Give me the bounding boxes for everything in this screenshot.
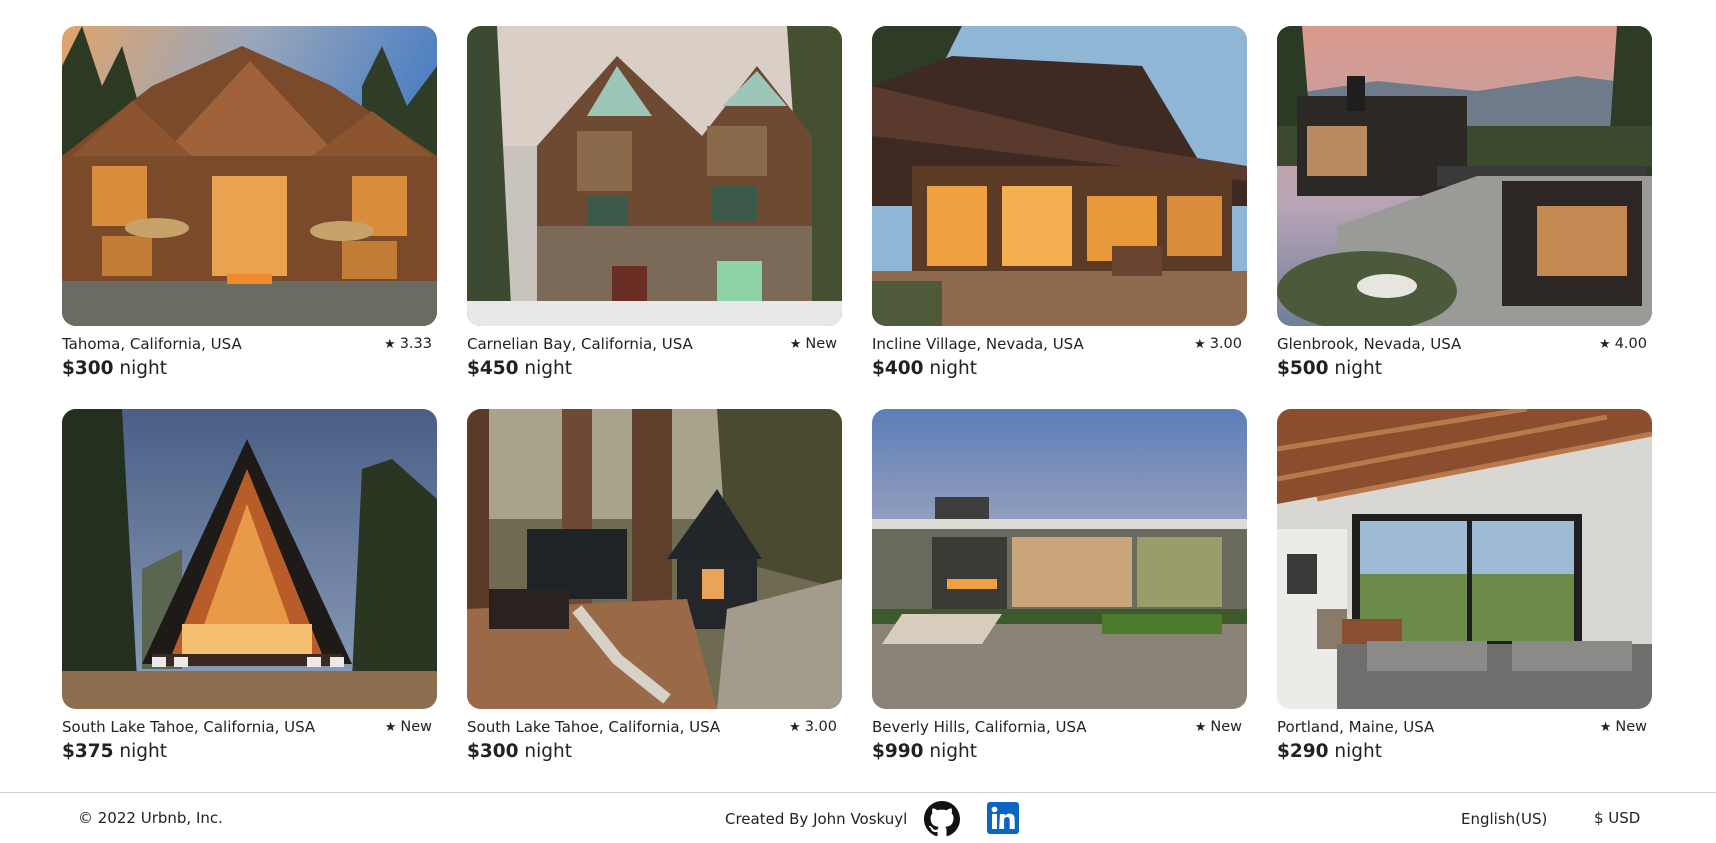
- listing-meta: Beverly Hills, California, USA ★ New: [872, 717, 1247, 737]
- listing-location: Incline Village, Nevada, USA: [872, 335, 1084, 353]
- rating-value: 3.33: [399, 336, 432, 352]
- rating-value: New: [1615, 719, 1647, 735]
- listing-price: $450: [467, 358, 519, 379]
- rating-value: New: [400, 719, 432, 735]
- star-icon: ★: [1194, 336, 1206, 352]
- listing-price: $375: [62, 741, 114, 762]
- listing-price-unit: night: [524, 358, 572, 379]
- listing-rating: ★ 3.33: [384, 334, 437, 354]
- credit-text: Created By John Voskuyl: [725, 810, 908, 828]
- listing-location: Portland, Maine, USA: [1277, 718, 1435, 736]
- listing-price-row: $300 night: [467, 740, 842, 764]
- listing-meta: Tahoma, California, USA ★ 3.33: [62, 334, 437, 354]
- listing-card[interactable]: Beverly Hills, California, USA ★ New $990…: [872, 409, 1247, 792]
- listing-price-unit: night: [929, 741, 977, 762]
- listing-card[interactable]: Carnelian Bay, California, USA ★ New $450…: [467, 26, 842, 409]
- rating-value: 4.00: [1614, 336, 1647, 352]
- footer: © 2022 Urbnb, Inc. Created By John Vosku…: [0, 792, 1716, 843]
- listing-price-unit: night: [524, 741, 572, 762]
- listing-location: Beverly Hills, California, USA: [872, 718, 1087, 736]
- star-icon: ★: [789, 336, 802, 352]
- listing-rating: ★ 3.00: [789, 717, 842, 737]
- copyright-text: © 2022 Urbnb, Inc.: [78, 809, 223, 827]
- listing-price-unit: night: [1334, 741, 1382, 762]
- listing-location: South Lake Tahoe, California, USA: [62, 718, 316, 736]
- living-room-interior-photo[interactable]: [1277, 409, 1652, 709]
- listing-meta: Carnelian Bay, California, USA ★ New: [467, 334, 842, 354]
- listing-price-row: $400 night: [872, 357, 1247, 381]
- listing-rating: ★ New: [1195, 717, 1247, 737]
- modern-mountain-house-photo[interactable]: [1277, 26, 1652, 326]
- listing-rating: ★ New: [385, 717, 437, 737]
- listing-rating: ★ 4.00: [1599, 334, 1652, 354]
- listing-price-row: $450 night: [467, 357, 842, 381]
- rating-value: New: [1210, 719, 1242, 735]
- rating-value: 3.00: [1209, 336, 1242, 352]
- listing-card[interactable]: South Lake Tahoe, California, USA ★ New $…: [62, 409, 437, 792]
- listing-card[interactable]: Tahoma, California, USA ★ 3.33 $300 night: [62, 26, 437, 409]
- listing-price: $400: [872, 358, 924, 379]
- listing-meta: Incline Village, Nevada, USA ★ 3.00: [872, 334, 1247, 354]
- listing-price-unit: night: [119, 741, 167, 762]
- listing-location: Glenbrook, Nevada, USA: [1277, 335, 1462, 353]
- modern-courtyard-house-photo[interactable]: [872, 409, 1247, 709]
- listings-grid: Tahoma, California, USA ★ 3.33 $300 night: [62, 26, 1652, 792]
- listing-rating: ★ New: [790, 334, 842, 354]
- star-icon: ★: [384, 336, 396, 352]
- star-icon: ★: [1599, 336, 1611, 352]
- forest-cabin-hammock-photo[interactable]: [467, 409, 842, 709]
- lit-deck-house-photo[interactable]: [872, 26, 1247, 326]
- star-icon: ★: [1194, 719, 1207, 735]
- listing-card[interactable]: Glenbrook, Nevada, USA ★ 4.00 $500 night: [1277, 26, 1652, 409]
- listing-price: $990: [872, 741, 924, 762]
- listing-price-unit: night: [1334, 358, 1382, 379]
- listing-price-unit: night: [929, 358, 977, 379]
- listing-meta: Portland, Maine, USA ★ New: [1277, 717, 1652, 737]
- listing-rating: ★ New: [1600, 717, 1652, 737]
- listing-price-unit: night: [119, 358, 167, 379]
- listing-card[interactable]: Incline Village, Nevada, USA ★ 3.00 $400 …: [872, 26, 1247, 409]
- listing-price-row: $290 night: [1277, 740, 1652, 764]
- github-icon[interactable]: [924, 801, 960, 837]
- listing-meta: South Lake Tahoe, California, USA ★ New: [62, 717, 437, 737]
- listing-price: $300: [62, 358, 114, 379]
- listing-price-row: $375 night: [62, 740, 437, 764]
- listing-price-row: $500 night: [1277, 357, 1652, 381]
- listing-meta: Glenbrook, Nevada, USA ★ 4.00: [1277, 334, 1652, 354]
- listing-location: Tahoma, California, USA: [62, 335, 242, 353]
- star-icon: ★: [384, 719, 397, 735]
- listing-price-row: $990 night: [872, 740, 1247, 764]
- listing-price-row: $300 night: [62, 357, 437, 381]
- listing-price: $500: [1277, 358, 1329, 379]
- timber-lodge-photo[interactable]: [62, 26, 437, 326]
- listing-meta: South Lake Tahoe, California, USA ★ 3.00: [467, 717, 842, 737]
- a-frame-cabin-photo[interactable]: [62, 409, 437, 709]
- rating-value: New: [805, 336, 837, 352]
- listing-rating: ★ 3.00: [1194, 334, 1247, 354]
- rating-value: 3.00: [804, 719, 837, 735]
- listing-location: Carnelian Bay, California, USA: [467, 335, 693, 353]
- star-icon: ★: [789, 719, 801, 735]
- listing-card[interactable]: Portland, Maine, USA ★ New $290 night: [1277, 409, 1652, 792]
- currency-selector[interactable]: $ USD: [1594, 809, 1640, 827]
- star-icon: ★: [1599, 719, 1612, 735]
- listing-card[interactable]: South Lake Tahoe, California, USA ★ 3.00 …: [467, 409, 842, 792]
- language-selector[interactable]: English(US): [1461, 810, 1547, 828]
- reclaimed-wood-house-photo[interactable]: [467, 26, 842, 326]
- linkedin-icon[interactable]: [987, 802, 1019, 834]
- listing-price: $290: [1277, 741, 1329, 762]
- listing-price: $300: [467, 741, 519, 762]
- listing-location: South Lake Tahoe, California, USA: [467, 718, 721, 736]
